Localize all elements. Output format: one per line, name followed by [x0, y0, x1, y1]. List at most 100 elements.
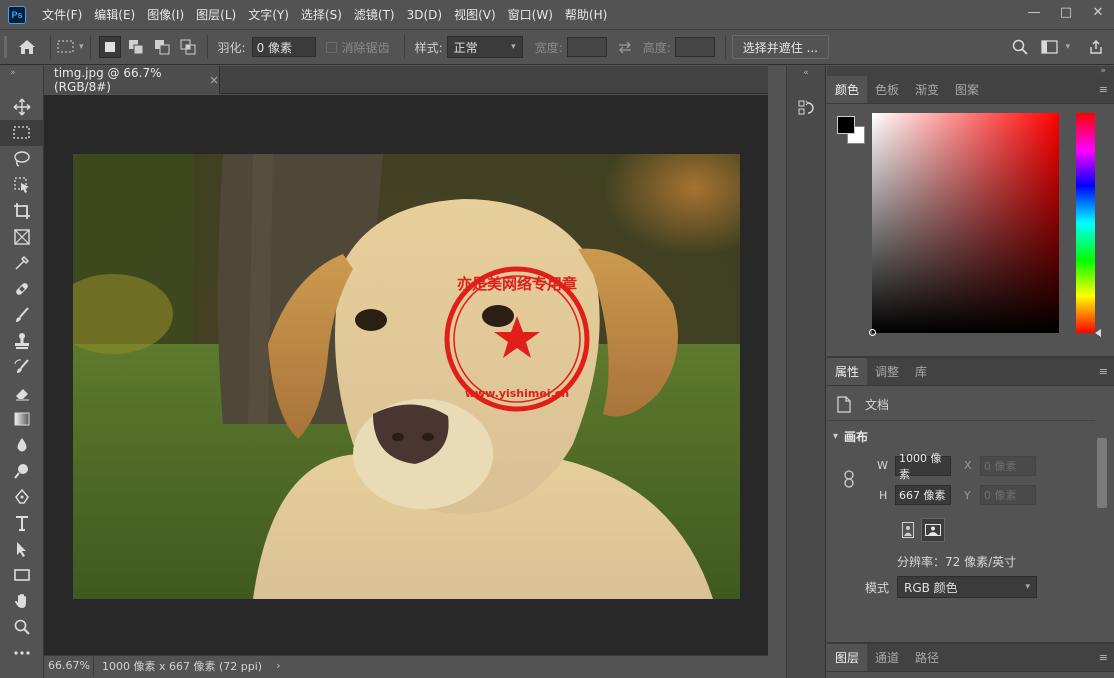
eraser-tool-icon[interactable]: [0, 380, 44, 406]
properties-panel: 属性 调整 库 ≡ 文档 ▾ 画布 W 1000 像素 X 0 像素 H 667…: [827, 356, 1114, 640]
collapse-arrows-icon[interactable]: «: [787, 66, 825, 80]
new-selection-button[interactable]: [98, 36, 121, 58]
history-panel-icon[interactable]: [787, 96, 825, 120]
menu-select[interactable]: 选择(S): [295, 0, 348, 30]
status-menu-arrow[interactable]: ›: [276, 659, 280, 672]
tab-patterns[interactable]: 图案: [947, 76, 987, 103]
tab-libraries[interactable]: 库: [907, 358, 935, 385]
subtract-selection-button[interactable]: [151, 36, 173, 58]
panel-collapse-icon[interactable]: »: [827, 66, 1114, 76]
canvas-area[interactable]: 亦是美网络专用章 www.yishimei.cn: [44, 95, 768, 655]
collapsed-panel-dock: «: [786, 66, 826, 678]
portrait-orientation-icon[interactable]: [899, 520, 917, 540]
type-tool-icon[interactable]: [0, 510, 44, 536]
document-tab[interactable]: timg.jpg @ 66.7%(RGB/8#) ×: [44, 66, 220, 94]
tab-adjustments[interactable]: 调整: [867, 358, 907, 385]
select-and-mask-button[interactable]: 选择并遮住 ...: [731, 35, 829, 59]
antialias-label: 消除锯齿: [341, 40, 390, 55]
color-field[interactable]: [869, 113, 1059, 336]
style-label: 样式:: [414, 40, 443, 55]
close-button[interactable]: ✕: [1082, 0, 1114, 24]
pen-tool-icon[interactable]: [0, 484, 44, 510]
vertical-scrollbar[interactable]: [768, 95, 786, 675]
canvas-width-input[interactable]: 1000 像素: [895, 452, 951, 481]
maximize-button[interactable]: □: [1050, 0, 1082, 24]
marquee-tool-preset[interactable]: ▾: [57, 30, 84, 65]
menu-layer[interactable]: 图层(L): [190, 0, 242, 30]
feather-input[interactable]: 0 像素: [251, 37, 316, 57]
document-label: 文档: [865, 397, 890, 412]
rectangle-tool-icon[interactable]: [0, 562, 44, 588]
menu-view[interactable]: 视图(V): [448, 0, 502, 30]
chevron-down-icon: ▾: [511, 42, 516, 52]
options-bar: ▾ 羽化: 0 像素 消除锯齿 样式: 正常 ▾ 宽度: 高度: 选择并遮住 .…: [0, 30, 1114, 65]
hand-tool-icon[interactable]: [0, 588, 44, 614]
stamp-top-text: 亦是美网络专用章: [457, 275, 577, 293]
workspace-icon[interactable]: ▾: [1041, 30, 1070, 65]
intersect-selection-button[interactable]: [177, 36, 199, 58]
landscape-orientation-icon[interactable]: [921, 518, 945, 542]
menu-window[interactable]: 窗口(W): [502, 0, 559, 30]
canvas-section-header[interactable]: ▾ 画布: [833, 426, 868, 446]
brush-tool-icon[interactable]: [0, 302, 44, 328]
search-icon[interactable]: [1012, 30, 1028, 65]
home-icon[interactable]: [10, 30, 44, 65]
foreground-color-swatch[interactable]: [837, 116, 855, 134]
clone-stamp-tool-icon[interactable]: [0, 328, 44, 354]
chevron-down-icon: ▾: [1065, 42, 1070, 52]
tab-paths[interactable]: 路径: [907, 644, 947, 671]
rectangular-marquee-tool-icon[interactable]: [0, 120, 44, 146]
width-input: [566, 37, 607, 57]
zoom-tool-icon[interactable]: [0, 614, 44, 640]
panel-menu-icon[interactable]: ≡: [1099, 652, 1108, 663]
eyedropper-tool-icon[interactable]: [0, 250, 44, 276]
history-brush-tool-icon[interactable]: [0, 354, 44, 380]
properties-scrollbar[interactable]: [1097, 438, 1107, 508]
options-grip: [0, 30, 10, 65]
blur-tool-icon[interactable]: [0, 432, 44, 458]
gradient-tool-icon[interactable]: [0, 406, 44, 432]
menu-help[interactable]: 帮助(H): [559, 0, 613, 30]
tab-channels[interactable]: 通道: [867, 644, 907, 671]
menu-file[interactable]: 文件(F): [36, 0, 88, 30]
fg-bg-swatches[interactable]: [837, 116, 867, 146]
menu-3d[interactable]: 3D(D): [401, 0, 448, 30]
tab-layers[interactable]: 图层: [827, 644, 868, 671]
lasso-tool-icon[interactable]: [0, 146, 44, 172]
share-icon[interactable]: [1088, 30, 1104, 65]
menu-edit[interactable]: 编辑(E): [88, 0, 141, 30]
frame-tool-icon[interactable]: [0, 224, 44, 250]
minimize-button[interactable]: —: [1018, 0, 1050, 24]
panel-menu-icon[interactable]: ≡: [1099, 366, 1108, 377]
hue-slider-handle[interactable]: [1095, 329, 1101, 337]
color-mode-select[interactable]: RGB 颜色 ▾: [897, 576, 1037, 598]
layers-panel-tabs: 图层 通道 路径 ≡: [827, 644, 1114, 672]
panel-menu-icon[interactable]: ≡: [1099, 84, 1108, 95]
more-tools-icon[interactable]: [0, 640, 44, 666]
object-selection-tool-icon[interactable]: [0, 172, 44, 198]
tab-swatches[interactable]: 色板: [867, 76, 907, 103]
crop-tool-icon[interactable]: [0, 198, 44, 224]
color-picker-cursor[interactable]: [869, 329, 876, 336]
healing-brush-tool-icon[interactable]: [0, 276, 44, 302]
path-selection-tool-icon[interactable]: [0, 536, 44, 562]
style-select[interactable]: 正常 ▾: [446, 36, 523, 58]
document-info: 1000 像素 x 667 像素 (72 ppi): [102, 659, 263, 673]
zoom-level[interactable]: 66.67%: [44, 655, 94, 676]
expand-toolbar-icon[interactable]: »: [0, 66, 43, 80]
tab-gradients[interactable]: 渐变: [907, 76, 947, 103]
menu-filter[interactable]: 滤镜(T): [348, 0, 401, 30]
tab-properties[interactable]: 属性: [827, 358, 868, 385]
menu-image[interactable]: 图像(I): [141, 0, 190, 30]
dodge-tool-icon[interactable]: [0, 458, 44, 484]
move-tool-icon[interactable]: [0, 94, 44, 120]
add-selection-button[interactable]: [125, 36, 147, 58]
menu-type[interactable]: 文字(Y): [242, 0, 295, 30]
height-input: [674, 37, 715, 57]
antialias-checkbox[interactable]: 消除锯齿: [325, 30, 390, 65]
link-icon[interactable]: [843, 470, 855, 488]
close-tab-icon[interactable]: ×: [209, 73, 219, 87]
tab-color[interactable]: 颜色: [827, 76, 868, 103]
canvas-height-input[interactable]: 667 像素: [895, 485, 951, 505]
hue-slider[interactable]: [1076, 113, 1101, 337]
